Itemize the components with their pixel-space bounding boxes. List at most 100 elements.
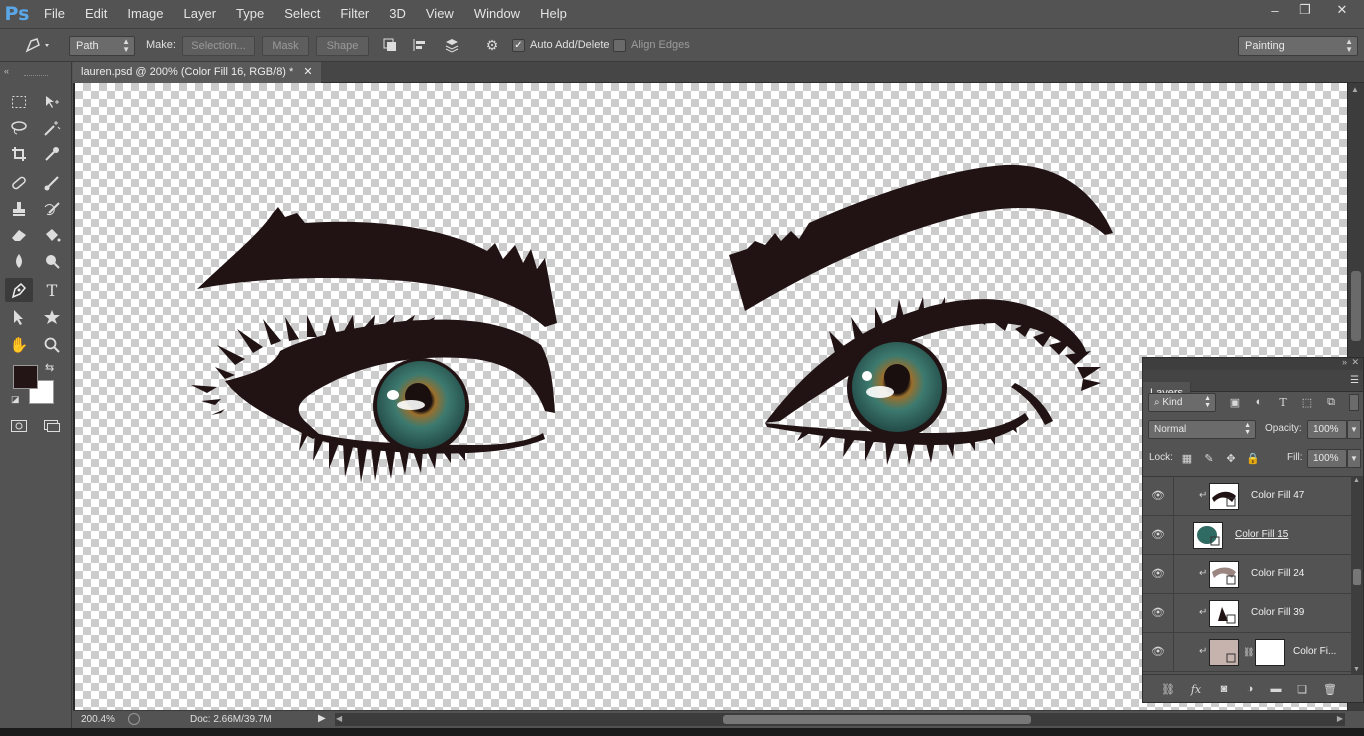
collapse-panel-icon[interactable]: « — [4, 66, 9, 76]
scroll-left-icon[interactable]: ◀ — [336, 714, 342, 723]
healing-brush-tool-icon[interactable] — [5, 171, 33, 195]
pen-mode-select[interactable]: Path ▲ ▼ — [69, 36, 135, 56]
make-selection-button[interactable]: Selection... — [182, 36, 255, 56]
path-operations-icon[interactable] — [379, 34, 401, 56]
menu-view[interactable]: View — [416, 0, 464, 28]
new-group-folder-icon[interactable]: ▬ — [1267, 681, 1285, 697]
layers-scrollbar[interactable]: ▲ ▼ — [1351, 476, 1363, 674]
opacity-dropdown-icon[interactable]: ▼ — [1347, 420, 1361, 439]
link-layers-icon[interactable]: ⛓ — [1159, 681, 1177, 697]
new-adjustment-layer-icon[interactable]: ◑ — [1241, 681, 1259, 697]
pen-tool-icon[interactable] — [5, 278, 33, 302]
history-brush-tool-icon[interactable] — [38, 197, 66, 221]
filter-toggle[interactable] — [1349, 394, 1359, 411]
visibility-eye-icon[interactable]: 👁 — [1151, 529, 1165, 541]
zoom-tool-icon[interactable] — [38, 333, 66, 357]
horizontal-scrollbar[interactable]: ◀ ▶ — [335, 713, 1345, 726]
menu-edit[interactable]: Edit — [75, 0, 117, 28]
eyedropper-tool-icon[interactable] — [38, 142, 66, 166]
layer-style-fx-icon[interactable]: fx — [1187, 681, 1205, 697]
paint-bucket-tool-icon[interactable] — [38, 223, 66, 247]
horizontal-scroll-thumb[interactable] — [723, 715, 1031, 724]
menu-type[interactable]: Type — [226, 0, 274, 28]
menu-help[interactable]: Help — [530, 0, 577, 28]
visibility-eye-icon[interactable]: 👁 — [1151, 607, 1165, 619]
scroll-right-icon[interactable]: ▶ — [1337, 714, 1343, 723]
screen-mode-icon[interactable] — [38, 414, 66, 438]
restore-button[interactable]: ❐ — [1290, 0, 1320, 20]
quick-mask-icon[interactable] — [5, 414, 33, 438]
swap-colors-icon[interactable]: ⇆ — [45, 361, 54, 374]
visibility-eye-icon[interactable]: 👁 — [1151, 646, 1165, 658]
lock-image-icon[interactable]: ✎ — [1201, 450, 1217, 466]
delete-layer-trash-icon[interactable]: 🗑 — [1321, 681, 1339, 697]
eraser-tool-icon[interactable] — [5, 223, 33, 247]
close-tab-icon[interactable]: ✕ — [303, 62, 312, 83]
lock-position-icon[interactable]: ✥ — [1223, 450, 1239, 466]
dodge-tool-icon[interactable] — [38, 249, 66, 273]
blend-mode-select[interactable]: Normal ▲ ▼ — [1148, 420, 1256, 439]
custom-shape-tool-icon[interactable] — [38, 305, 66, 329]
align-edges-checkbox[interactable] — [613, 39, 626, 52]
auto-add-delete-checkbox[interactable]: ✓ — [512, 39, 525, 52]
vertical-scroll-thumb[interactable] — [1351, 271, 1361, 341]
filter-pixel-icon[interactable]: ▣ — [1227, 394, 1243, 410]
move-tool-icon[interactable] — [38, 90, 66, 114]
lock-transparent-icon[interactable]: ▦ — [1179, 450, 1195, 466]
filter-adjustment-icon[interactable]: ◐ — [1251, 394, 1267, 410]
gear-icon[interactable]: ⚙ — [481, 34, 503, 56]
menu-layer[interactable]: Layer — [174, 0, 227, 28]
menu-filter[interactable]: Filter — [330, 0, 379, 28]
add-mask-icon[interactable]: ◙ — [1215, 681, 1233, 697]
lasso-tool-icon[interactable] — [5, 116, 33, 140]
panel-menu-icon[interactable]: ☰ — [1350, 375, 1359, 386]
filter-smart-object-icon[interactable]: ⧉ — [1323, 394, 1339, 410]
layer-row-color-fill-masked[interactable]: 👁 ↵ ⛓ Color Fi... — [1143, 633, 1351, 672]
menu-3d[interactable]: 3D — [379, 0, 416, 28]
layer-mask-thumbnail[interactable] — [1255, 639, 1285, 666]
status-info-icon[interactable] — [128, 713, 140, 725]
pen-tool-preset-icon[interactable] — [20, 34, 56, 56]
path-alignment-icon[interactable] — [409, 34, 431, 56]
marquee-tool-icon[interactable] — [5, 90, 33, 114]
crop-tool-icon[interactable] — [5, 142, 33, 166]
layer-row-color-fill-47[interactable]: 👁 ↵ Color Fill 47 — [1143, 477, 1351, 516]
layers-scroll-thumb[interactable] — [1353, 569, 1361, 585]
visibility-eye-icon[interactable]: 👁 — [1151, 568, 1165, 580]
hand-tool-icon[interactable]: ✋ — [5, 333, 33, 357]
make-shape-button[interactable]: Shape — [316, 36, 369, 56]
zoom-level[interactable]: 200.4% — [81, 714, 115, 725]
foreground-color-swatch[interactable] — [13, 365, 38, 389]
minimize-button[interactable]: – — [1260, 0, 1290, 20]
lock-all-icon[interactable]: 🔒 — [1245, 450, 1261, 466]
mask-link-icon[interactable]: ⛓ — [1243, 647, 1254, 658]
workspace-select[interactable]: Painting ▲ ▼ — [1238, 36, 1358, 56]
opacity-input[interactable]: 100% — [1307, 420, 1347, 439]
close-panel-icon[interactable]: ✕ — [1351, 357, 1359, 368]
fill-input[interactable]: 100% — [1307, 449, 1347, 468]
layer-row-color-fill-15[interactable]: 👁 Color Fill 15 — [1143, 516, 1351, 555]
layer-row-color-fill-24[interactable]: 👁 ↵ Color Fill 24 — [1143, 555, 1351, 594]
path-arrangement-icon[interactable] — [441, 34, 463, 56]
blur-tool-icon[interactable] — [5, 249, 33, 273]
magic-wand-tool-icon[interactable] — [38, 116, 66, 140]
type-tool-icon[interactable]: T — [38, 278, 66, 302]
layer-row-color-fill-39[interactable]: 👁 ↵ Color Fill 39 — [1143, 594, 1351, 633]
scroll-down-icon[interactable]: ▼ — [1353, 666, 1360, 673]
fill-dropdown-icon[interactable]: ▼ — [1347, 449, 1361, 468]
menu-image[interactable]: Image — [117, 0, 173, 28]
document-tab[interactable]: lauren.psd @ 200% (Color Fill 16, RGB/8)… — [73, 62, 321, 83]
collapse-panel-icon[interactable]: » — [1342, 357, 1347, 367]
clone-stamp-tool-icon[interactable] — [5, 197, 33, 221]
visibility-eye-icon[interactable]: 👁 — [1151, 490, 1165, 502]
filter-type-icon[interactable]: T — [1275, 394, 1291, 410]
filter-shape-icon[interactable]: ⬚ — [1299, 394, 1315, 410]
scroll-up-icon[interactable]: ▲ — [1353, 477, 1360, 484]
menu-select[interactable]: Select — [274, 0, 330, 28]
close-window-button[interactable]: ✕ — [1320, 0, 1364, 20]
panel-grip[interactable] — [24, 75, 48, 78]
menu-window[interactable]: Window — [464, 0, 530, 28]
make-mask-button[interactable]: Mask — [262, 36, 309, 56]
default-colors-icon[interactable]: ◪ — [11, 394, 20, 405]
path-selection-tool-icon[interactable] — [5, 305, 33, 329]
